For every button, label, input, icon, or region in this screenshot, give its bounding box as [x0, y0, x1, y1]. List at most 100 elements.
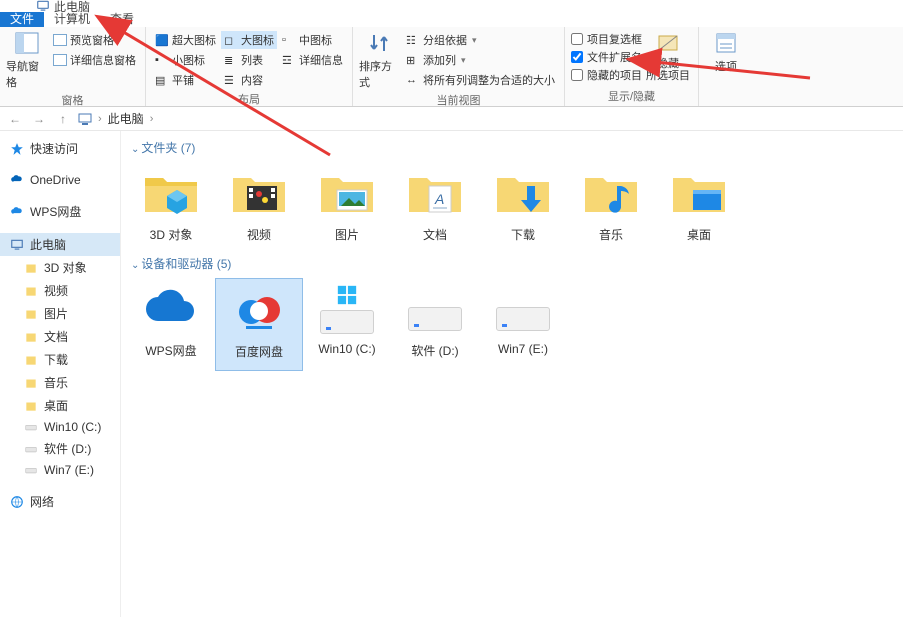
- address-bar: ← → ↑ › 此电脑 ›: [0, 107, 903, 131]
- drive-d[interactable]: 软件 (D:): [391, 278, 479, 371]
- nav-up-button[interactable]: ↑: [54, 110, 72, 128]
- section-folders-header[interactable]: ⌄文件夹 (7): [127, 137, 897, 162]
- tree-desktop[interactable]: 桌面: [0, 394, 120, 417]
- layout-medium[interactable]: ▫中图标: [279, 31, 346, 49]
- tree-documents-label: 文档: [44, 328, 68, 345]
- folder-pictures[interactable]: 图片: [303, 162, 391, 253]
- details-pane-button[interactable]: 详细信息窗格: [50, 51, 139, 69]
- check-file-ext-input[interactable]: [571, 51, 583, 63]
- layout-list[interactable]: ≣列表: [221, 51, 277, 69]
- folder-music[interactable]: 音乐: [567, 162, 655, 253]
- folder-icon: [583, 170, 639, 216]
- nav-pane-label: 导航窗格: [6, 58, 48, 90]
- drives-grid: WPS网盘 百度网盘 Win10 (C:) 软件 (D:) Win7 (E:): [127, 278, 897, 371]
- folder-downloads-label: 下载: [511, 226, 535, 243]
- tree-thispc-label: 此电脑: [30, 236, 66, 253]
- folder-icon: [143, 170, 199, 216]
- group-label-currentview: 当前视图: [437, 90, 481, 108]
- groupby-button[interactable]: ☷分组依据▾: [403, 31, 558, 49]
- chevron-down-icon: ▾: [461, 55, 466, 66]
- tree-drive-c[interactable]: Win10 (C:): [0, 417, 120, 437]
- group-label-layout: 布局: [238, 89, 260, 107]
- ribbon: 导航窗格 预览窗格 详细信息窗格 窗格 🟦超大图标 ▪小图标 ▤平铺 ◻大图标 …: [0, 27, 903, 107]
- folder-3dobjects[interactable]: 3D 对象: [127, 162, 215, 253]
- sort-icon: [369, 32, 391, 54]
- preview-pane-icon: [53, 34, 67, 46]
- m-icon: ▫: [282, 34, 296, 46]
- groupby-label: 分组依据: [423, 32, 467, 48]
- folder-videos-label: 视频: [247, 226, 271, 243]
- options-button[interactable]: 选项: [705, 31, 747, 74]
- folder-downloads[interactable]: 下载: [479, 162, 567, 253]
- layout-details[interactable]: ☲详细信息: [279, 51, 346, 69]
- content-icon: ☰: [224, 74, 238, 86]
- folder-videos[interactable]: 视频: [215, 162, 303, 253]
- nav-back-button[interactable]: ←: [6, 110, 24, 128]
- tab-file[interactable]: 文件: [0, 12, 44, 27]
- tab-view[interactable]: 查看: [100, 12, 144, 27]
- tree-onedrive[interactable]: OneDrive: [0, 170, 120, 190]
- tree-videos[interactable]: 视频: [0, 279, 120, 302]
- tree-network[interactable]: 网络: [0, 490, 120, 513]
- layout-extra-large[interactable]: 🟦超大图标: [152, 31, 219, 49]
- nav-forward-button[interactable]: →: [30, 110, 48, 128]
- hide-selected-button[interactable]: 隐藏 所选项目: [644, 31, 692, 82]
- list-icon: ≣: [224, 54, 238, 66]
- check-file-ext[interactable]: 文件扩展名: [571, 49, 642, 65]
- tree-quick-access-label: 快速访问: [30, 140, 78, 157]
- folder-3dobjects-label: 3D 对象: [150, 226, 193, 243]
- tree-quick-access[interactable]: 快速访问: [0, 137, 120, 160]
- section-drives-header[interactable]: ⌄设备和驱动器 (5): [127, 253, 897, 278]
- drive-baidu[interactable]: 百度网盘: [215, 278, 303, 371]
- drive-c[interactable]: Win10 (C:): [303, 278, 391, 371]
- drive-e[interactable]: Win7 (E:): [479, 278, 567, 371]
- tree-music[interactable]: 音乐: [0, 371, 120, 394]
- chevron-down-icon: ▾: [472, 35, 477, 46]
- preview-pane-button[interactable]: 预览窗格: [50, 31, 139, 49]
- breadcrumb-sep: ›: [150, 113, 154, 125]
- layout-large[interactable]: ◻大图标: [221, 31, 277, 49]
- layout-small[interactable]: ▪小图标: [152, 51, 219, 69]
- folder-desktop[interactable]: 桌面: [655, 162, 743, 253]
- folder-documents[interactable]: A 文档: [391, 162, 479, 253]
- nav-pane-button[interactable]: 导航窗格: [6, 31, 48, 90]
- svg-text:A: A: [434, 191, 444, 207]
- tree-documents[interactable]: 文档: [0, 325, 120, 348]
- addcolumn-button[interactable]: ⊞添加列▾: [403, 51, 558, 69]
- windows-icon: [336, 284, 358, 306]
- tree-downloads[interactable]: 下载: [0, 348, 120, 371]
- layout-tiles[interactable]: ▤平铺: [152, 71, 219, 89]
- tree-downloads-label: 下载: [44, 351, 68, 368]
- check-item-checkboxes-input[interactable]: [571, 33, 583, 45]
- options-label: 选项: [715, 58, 737, 74]
- drive-wps[interactable]: WPS网盘: [127, 278, 215, 371]
- tree-pictures[interactable]: 图片: [0, 302, 120, 325]
- drive-baidu-label: 百度网盘: [235, 343, 283, 360]
- breadcrumb-thispc[interactable]: 此电脑: [108, 110, 144, 127]
- ribbon-group-layout: 🟦超大图标 ▪小图标 ▤平铺 ◻大图标 ≣列表 ☰内容 ▫中图标 ☲详细信息 .…: [146, 27, 353, 106]
- folder-icon: [671, 170, 727, 216]
- pc-icon: [78, 112, 92, 126]
- folder-icon: [319, 170, 375, 216]
- drive-icon: [496, 307, 550, 331]
- layout-content-label: 内容: [241, 72, 263, 88]
- content-area: ⌄文件夹 (7) 3D 对象 视频 图片 A 文档 下载: [121, 131, 903, 617]
- tree-thispc[interactable]: 此电脑: [0, 233, 120, 256]
- fit-icon: ↔: [406, 74, 420, 86]
- nav-tree: 快速访问 OneDrive WPS网盘 此电脑 3D 对象 视频 图片 文档 下…: [0, 131, 121, 617]
- check-hidden-items[interactable]: 隐藏的项目: [571, 67, 642, 83]
- check-hidden-items-input[interactable]: [571, 69, 583, 81]
- tree-wps[interactable]: WPS网盘: [0, 200, 120, 223]
- tree-drive-e[interactable]: Win7 (E:): [0, 460, 120, 480]
- fitcolumns-button[interactable]: ↔将所有列调整为合适的大小: [403, 71, 558, 89]
- tree-3dobjects[interactable]: 3D 对象: [0, 256, 120, 279]
- check-item-checkboxes[interactable]: 项目复选框: [571, 31, 642, 47]
- tree-onedrive-label: OneDrive: [30, 173, 81, 187]
- folder-desktop-label: 桌面: [687, 226, 711, 243]
- tree-drive-d[interactable]: 软件 (D:): [0, 437, 120, 460]
- tab-computer[interactable]: 计算机: [44, 12, 100, 27]
- qat-icon[interactable]: [4, 1, 22, 11]
- layout-content[interactable]: ☰内容: [221, 71, 277, 89]
- sort-button[interactable]: 排序方式: [359, 31, 401, 90]
- preview-pane-label: 预览窗格: [70, 32, 114, 48]
